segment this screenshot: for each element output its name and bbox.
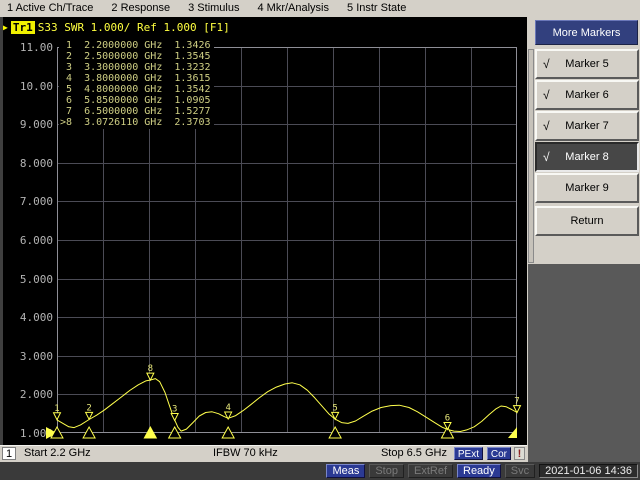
checkmark-icon: √ [543,88,550,102]
marker-table-row: 6 5.8500000 GHz 1.0905 [60,95,211,106]
status-indicator: Meas [326,464,365,478]
marker-trace-symbol [332,412,339,419]
softkey-label: Marker 9 [565,182,608,194]
status-indicator: Stop [369,464,404,478]
marker-table-row: 3 3.3000000 GHz 1.3232 [60,62,211,73]
warning-badge: ! [514,447,525,460]
cor-badge: Cor [487,447,511,460]
channel-number-box: 1 [2,447,16,460]
ifbw-label: IFBW 70 kHz [213,447,278,459]
channel-status-bar: 1 Start 2.2 GHz IFBW 70 kHz Stop 6.5 GHz… [0,445,527,462]
datetime-display: 2021-01-06 14:36 [539,464,638,478]
marker-trace-symbol [225,412,232,419]
softkey-menu-title: More Markers [535,20,638,45]
marker-trace-symbol [54,413,61,420]
marker-number-label: 2 [86,403,91,413]
y-axis-tick-label: 11.00 [20,41,53,54]
y-axis-tick-label: 10.00 [20,80,53,93]
y-axis-tick-label: 4.000 [20,311,53,324]
softkey-button-group: √ Marker 5 √ Marker 6 √ Marker 7 √ Marke… [535,49,639,237]
checkmark-icon: √ [543,150,550,164]
softkey-label: Marker 5 [565,58,608,70]
menu-item[interactable]: 1 Active Ch/Trace [7,2,93,17]
y-axis-tick-label: 2.000 [20,388,53,401]
marker-table-row: 2 2.5000000 GHz 1.3545 [60,51,211,62]
sidebar-empty-area [528,264,640,462]
marker-number-label: 1 [54,404,59,414]
start-frequency-label: Start 2.2 GHz [24,447,91,459]
softkey-label: Marker 6 [565,89,608,101]
marker-table-row: 5 4.8000000 GHz 1.3542 [60,84,211,95]
trace-label-badge[interactable]: Tr1 [11,21,35,34]
softkey-button[interactable]: √ Marker 8 [535,142,639,172]
status-indicator: Ready [457,464,501,478]
stop-frequency-label: Stop 6.5 GHz [381,447,447,459]
marker-number-label: 6 [445,414,450,424]
y-axis-tick-label: 7.000 [20,195,53,208]
trace-header: ▶ Tr1 S33 SWR 1.000/ Ref 1.000 [F1] [3,21,230,34]
vna-window: 1 Active Ch/Trace 2 Response 3 Stimulus 4 M… [0,0,640,480]
softkey-scrollbar[interactable] [528,49,534,263]
softkey-label: Marker 7 [565,120,608,132]
marker-table-row: >8 3.0726110 GHz 2.3703 [60,117,211,128]
softkey-button[interactable]: √ Marker 6 [535,80,639,110]
marker-number-label: 3 [172,405,177,415]
pext-badge: PExt [454,447,483,460]
marker-number-label: 8 [148,364,153,374]
status-indicator: Svc [505,464,535,478]
checkmark-icon: √ [543,119,550,133]
status-indicator: ExtRef [408,464,453,478]
softkey-button[interactable]: √ Marker 5 [535,49,639,79]
menu-item[interactable]: 2 Response [111,2,170,17]
softkey-button[interactable]: √ Marker 7 [535,111,639,141]
marker-number-label: 7 [514,397,519,407]
trace-measurement-text: S33 SWR 1.000/ Ref 1.000 [F1] [38,21,230,34]
marker-trace-symbol [171,414,178,421]
softkey-button[interactable]: Marker 9 [535,173,639,203]
marker-table-row: 1 2.2000000 GHz 1.3426 [60,40,211,51]
softkey-button[interactable]: Return [535,206,639,236]
menu-item[interactable]: 4 Mkr/Analysis [257,2,329,17]
checkmark-icon: √ [543,57,550,71]
marker-table: 1 2.2000000 GHz 1.3426 2 2.5000000 GHz 1… [59,40,214,129]
menu-item[interactable]: 5 Instr State [347,2,406,17]
marker-table-row: 7 6.5000000 GHz 1.5277 [60,106,211,117]
softkey-label: Marker 8 [565,151,608,163]
marker-table-row: 4 3.8000000 GHz 1.3615 [60,73,211,84]
active-trace-arrow-icon: ▶ [3,22,8,33]
softkey-label: Return [570,215,603,227]
y-axis-tick-label: 6.000 [20,234,53,247]
y-axis-tick-label: 8.000 [20,157,53,170]
menu-bar: 1 Active Ch/Trace 2 Response 3 Stimulus 4 M… [0,0,640,17]
y-axis-tick-label: 9.000 [20,118,53,131]
marker-number-label: 5 [332,403,337,413]
menu-item[interactable]: 3 Stimulus [188,2,239,17]
status-indicator-group: Meas Stop ExtRef Ready Svc [326,464,535,478]
marker-number-label: 4 [225,403,230,413]
softkey-sidebar: More Markers √ Marker 5 √ Marker 6 √ Mar… [527,17,640,462]
y-axis-tick-label: 3.000 [20,350,53,363]
instrument-screen: 11.00 10.00 9.000 8.000 7.000 6.000 5.000 4.000… [0,17,527,462]
y-axis-tick-label: 5.000 [20,273,53,286]
status-bar: Meas Stop ExtRef Ready Svc 2021-01-06 14:36 [0,462,640,480]
